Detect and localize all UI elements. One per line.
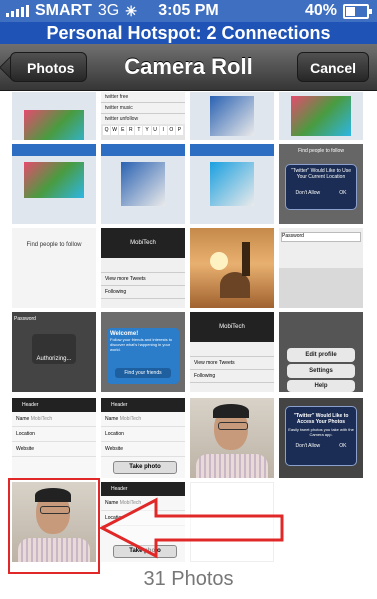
take-photo-label: Take photo	[113, 461, 177, 474]
photo-thumbnail[interactable]	[190, 228, 274, 308]
photo-thumbnail[interactable]	[279, 92, 363, 140]
list-item: View more Tweets	[190, 357, 274, 370]
battery-percent: 40%	[304, 2, 337, 19]
photo-thumbnail[interactable]: "Twitter" Would Like to Access Your Phot…	[279, 398, 363, 478]
alert-title: "Twitter" Would Like to Use Your Current…	[290, 168, 352, 180]
photo-thumbnail[interactable]: MobiTech View more Tweets Following	[190, 312, 274, 392]
battery-icon	[343, 3, 372, 19]
photo-thumbnail[interactable]	[101, 144, 185, 224]
thumb-caption: Follow your friends and interests to dis…	[110, 337, 173, 352]
form-value: MobiTech	[30, 416, 53, 422]
list-item: twitter music	[101, 103, 185, 114]
photo-thumbnail[interactable]: Welcome! Follow your friends and interes…	[101, 312, 185, 392]
thumb-caption: Authorizing...	[32, 334, 76, 364]
hotspot-banner[interactable]: Personal Hotspot: 2 Connections	[0, 22, 377, 44]
form-label: Website	[101, 442, 185, 457]
password-field: Password	[281, 232, 361, 242]
thumb-caption: Help	[287, 380, 355, 392]
list-item: twitter free	[101, 92, 185, 103]
photo-thumbnail[interactable]: Password	[279, 228, 363, 308]
form-label: Location	[12, 427, 96, 442]
dont-allow-label: Don't Allow	[295, 443, 321, 449]
photo-thumbnail[interactable]: Password Authorizing...	[12, 312, 96, 392]
photo-thumbnail[interactable]: Find people to follow	[12, 228, 96, 308]
thumb-caption: Find people to follow	[298, 148, 344, 154]
form-value: MobiTech	[119, 416, 142, 422]
list-item: View more Tweets	[101, 273, 185, 286]
form-label: Name	[16, 416, 30, 422]
form-label: Location	[101, 427, 185, 442]
thumb-caption: MobiTech	[190, 312, 274, 342]
photo-thumbnail[interactable]	[190, 398, 274, 478]
thumb-caption: Header	[12, 398, 96, 412]
ok-label: OK	[339, 443, 347, 449]
form-label: Website	[12, 442, 96, 457]
thumb-caption: Settings	[287, 364, 355, 378]
photo-thumbnail[interactable]: Find people to follow "Twitter" Would Li…	[279, 144, 363, 224]
cancel-button[interactable]: Cancel	[297, 52, 369, 82]
photo-count: 31 Photos	[143, 568, 234, 590]
dont-allow-label: Don't Allow	[295, 190, 321, 196]
ok-label: OK	[339, 190, 347, 196]
photos-back-button[interactable]: Photos	[10, 52, 88, 82]
photo-thumbnail[interactable]	[12, 92, 96, 140]
thumb-caption: Find people to follow	[26, 242, 82, 248]
thumb-caption: Edit profile	[287, 348, 355, 362]
thumb-caption: Header	[101, 482, 185, 496]
photo-thumbnail[interactable]	[190, 144, 274, 224]
selection-highlight	[8, 478, 100, 574]
thumb-caption: Find your friends	[115, 368, 171, 378]
photo-thumbnail[interactable]: twitter free twitter music twitter unfol…	[101, 92, 185, 140]
photo-thumbnail[interactable]: Header Name MobiTech Location Website Ta…	[101, 398, 185, 478]
photo-thumbnail[interactable]	[190, 92, 274, 140]
photo-thumbnail[interactable]: Edit profile Settings Help	[279, 312, 363, 392]
photo-thumbnail[interactable]: Header Name MobiTech Location Website	[12, 398, 96, 478]
password-field: Password	[14, 316, 36, 322]
photo-thumbnail[interactable]	[12, 144, 96, 224]
thumb-caption: Header	[101, 398, 185, 412]
thumb-caption: MobiTech	[101, 228, 185, 258]
alert-text: Easily tweet photos you take with the Ca…	[288, 427, 354, 437]
alert-title: "Twitter" Would Like to Access Your Phot…	[293, 413, 349, 425]
list-item: Following	[101, 286, 185, 299]
list-item: Following	[190, 370, 274, 383]
photo-thumbnail[interactable]: MobiTech View more Tweets Following	[101, 228, 185, 308]
form-label: Name	[105, 416, 119, 422]
status-bar: SMART 3G ✳ 3:05 PM 40%	[0, 0, 377, 22]
pointer-arrow-icon	[98, 497, 284, 559]
navigation-bar: Camera Roll Photos Cancel	[0, 44, 377, 91]
